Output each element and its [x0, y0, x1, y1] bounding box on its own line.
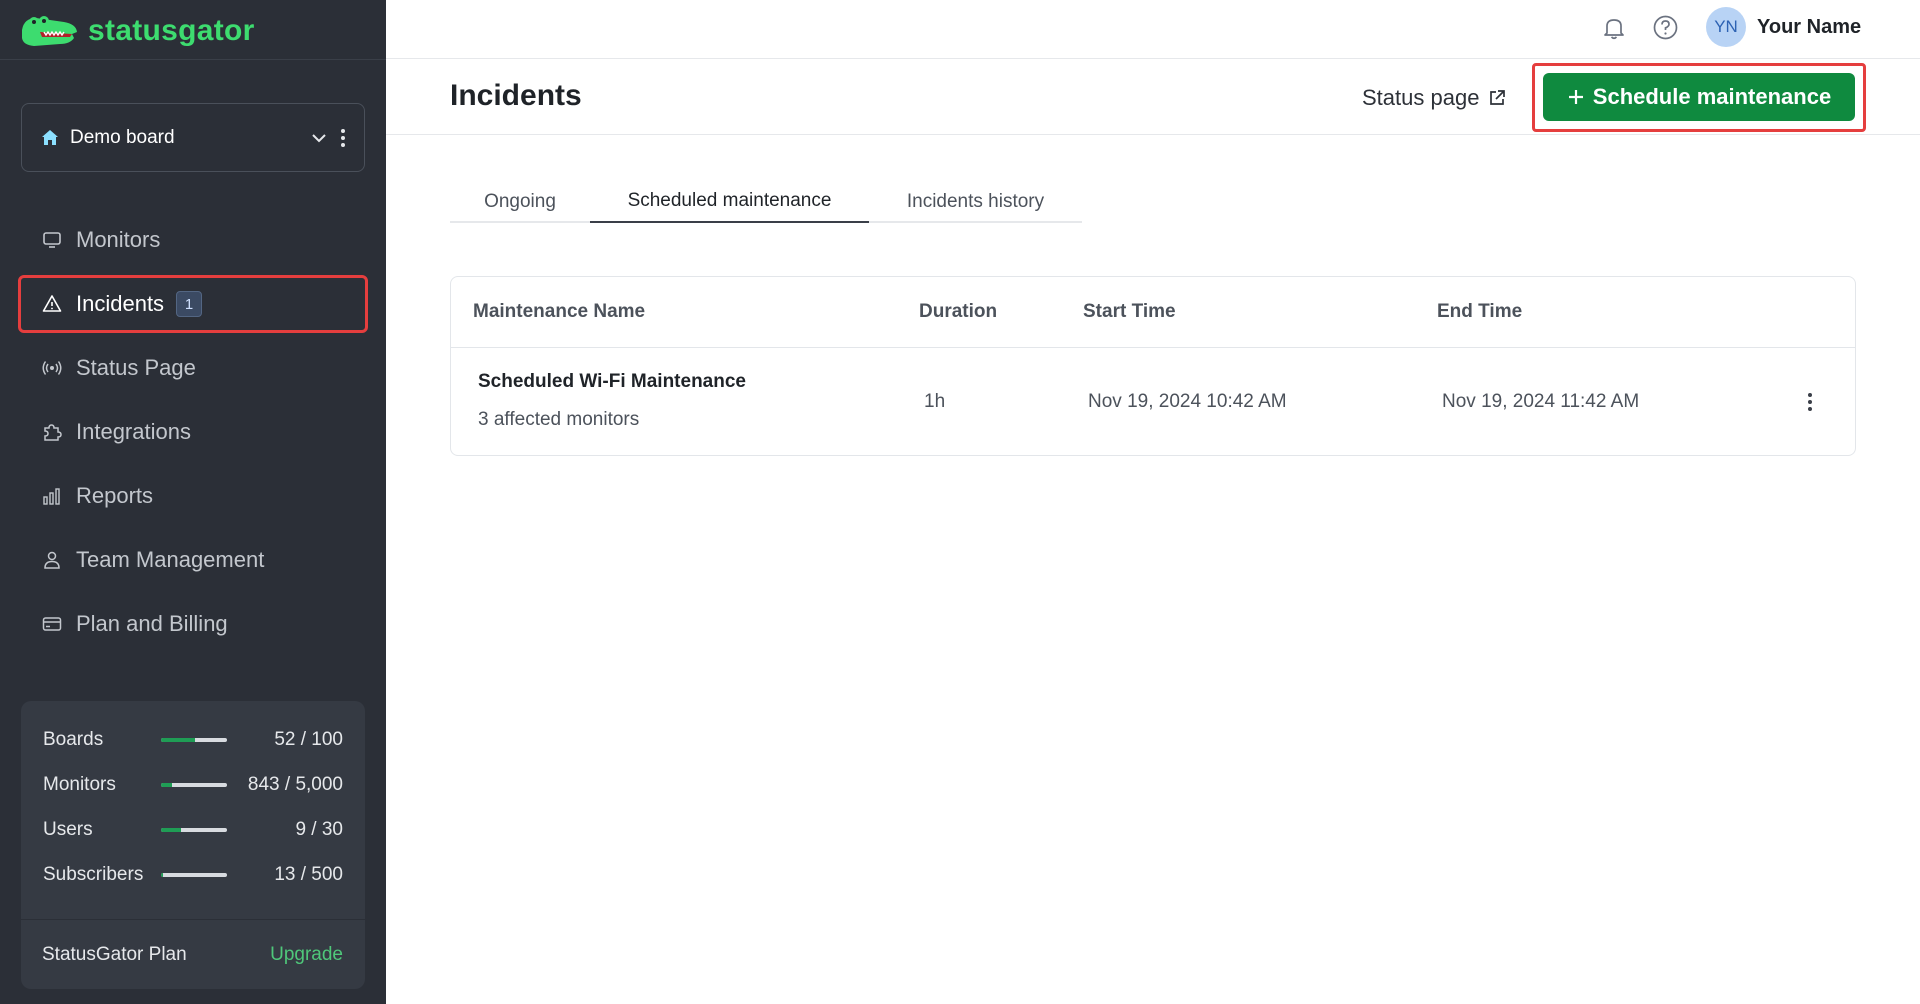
- sidebar-item-label: Integrations: [76, 419, 191, 444]
- brand-name: statusgator: [88, 14, 255, 47]
- puzzle-icon: [44, 424, 62, 441]
- column-header: Maintenance Name: [473, 301, 646, 322]
- usage-value: 9 / 30: [295, 819, 343, 840]
- logo[interactable]: statusgator: [20, 8, 255, 54]
- plus-icon: [1568, 90, 1583, 104]
- bell-icon[interactable]: [1601, 15, 1627, 41]
- table-header: Maintenance Name Duration Start Time End…: [451, 277, 1855, 348]
- usage-panel: Boards 52 / 100 Monitors 843 / 5,000 Use…: [21, 701, 365, 989]
- incidents-count-badge: 1: [176, 291, 203, 317]
- usage-bar-fill: [161, 873, 163, 877]
- board-options-icon[interactable]: [340, 128, 346, 148]
- sidebar-item-status-page[interactable]: Status Page: [18, 339, 368, 397]
- schedule-maintenance-label: Schedule maintenance: [1592, 84, 1832, 109]
- column-header: Duration: [919, 301, 998, 322]
- schedule-maintenance-button[interactable]: Schedule maintenance: [1543, 73, 1855, 121]
- page-title: Incidents: [450, 79, 582, 112]
- usage-value: 52 / 100: [274, 729, 343, 750]
- usage-label: Users: [43, 819, 93, 840]
- board-selector[interactable]: Demo board: [21, 103, 365, 172]
- sidebar-item-monitors[interactable]: Monitors: [18, 211, 368, 269]
- duration: 1h: [924, 391, 946, 412]
- gator-logo-icon: [22, 16, 77, 46]
- tab-ongoing[interactable]: Ongoing: [450, 181, 590, 223]
- page-header: Incidents Status page Schedule maintenan…: [386, 59, 1920, 135]
- alert-triangle-icon: [42, 295, 62, 312]
- help-icon[interactable]: [1652, 14, 1679, 41]
- maintenance-name[interactable]: Scheduled Wi-Fi Maintenance: [478, 371, 746, 393]
- usage-bar: [161, 873, 227, 877]
- column-header: Start Time: [1083, 301, 1176, 322]
- usage-bar: [161, 828, 227, 832]
- home-icon: [42, 129, 58, 145]
- table-row[interactable]: Scheduled Wi-Fi Maintenance 3 affected m…: [451, 348, 1855, 456]
- sidebar-item-plan-and-billing[interactable]: Plan and Billing: [18, 595, 368, 653]
- sidebar-item-label: Monitors: [76, 227, 161, 252]
- maintenance-table: Maintenance Name Duration Start Time End…: [450, 276, 1856, 456]
- tab-incidents-history[interactable]: Incidents history: [869, 181, 1082, 223]
- upgrade-link[interactable]: Upgrade: [270, 944, 343, 966]
- sidebar-item-team-management[interactable]: Team Management: [18, 531, 368, 589]
- affected-monitors: 3 affected monitors: [478, 409, 640, 430]
- avatar[interactable]: YN: [1706, 7, 1746, 47]
- usage-label: Boards: [43, 729, 104, 750]
- usage-label: Monitors: [43, 774, 116, 795]
- sidebar-nav: Monitors Incidents 1 Status Page Integra…: [18, 211, 368, 659]
- usage-value: 13 / 500: [274, 864, 343, 885]
- column-header: End Time: [1437, 301, 1523, 322]
- schedule-maintenance-highlight: Schedule maintenance: [1532, 63, 1866, 132]
- sidebar-item-label: Plan and Billing: [76, 611, 228, 636]
- sidebar: statusgator Demo board Monitors Incident…: [0, 0, 386, 1004]
- start-time: Nov 19, 2024 10:42 AM: [1088, 391, 1287, 412]
- external-link-icon: [1490, 90, 1506, 105]
- sidebar-item-incidents[interactable]: Incidents 1: [18, 275, 368, 333]
- sidebar-item-label: Incidents: [76, 291, 165, 316]
- usage-bar: [161, 783, 227, 787]
- usage-bar-fill: [161, 738, 196, 742]
- usage-bar: [161, 738, 227, 742]
- sidebar-item-label: Reports: [76, 483, 154, 508]
- plan-footer: StatusGator Plan Upgrade: [21, 919, 365, 989]
- user-icon: [44, 551, 60, 569]
- usage-value: 843 / 5,000: [247, 774, 343, 795]
- broadcast-icon: [42, 361, 62, 375]
- incident-tabs: Ongoing Scheduled maintenance Incidents …: [450, 181, 1082, 223]
- usage-row-boards: Boards 52 / 100: [43, 725, 343, 755]
- usage-row-subscribers: Subscribers 13 / 500: [43, 860, 343, 890]
- bar-chart-icon: [43, 488, 60, 505]
- end-time: Nov 19, 2024 11:42 AM: [1442, 391, 1640, 412]
- user-name[interactable]: Your Name: [1757, 16, 1861, 39]
- status-page-link-label: Status page: [1362, 85, 1480, 110]
- usage-bar-fill: [161, 828, 181, 832]
- tab-scheduled-maintenance[interactable]: Scheduled maintenance: [590, 181, 869, 223]
- top-bar: YN Your Name: [386, 0, 1920, 59]
- usage-label: Subscribers: [43, 864, 144, 885]
- usage-bar-fill: [161, 783, 173, 787]
- row-options-icon[interactable]: [1806, 392, 1814, 412]
- chevron-down-icon[interactable]: [310, 129, 328, 147]
- sidebar-item-reports[interactable]: Reports: [18, 467, 368, 525]
- sidebar-divider: [0, 59, 386, 60]
- usage-row-monitors: Monitors 843 / 5,000: [43, 770, 343, 800]
- sidebar-item-label: Team Management: [76, 547, 265, 572]
- monitor-icon: [43, 232, 61, 248]
- sidebar-item-integrations[interactable]: Integrations: [18, 403, 368, 461]
- board-name: Demo board: [70, 126, 175, 148]
- sidebar-item-label: Status Page: [76, 355, 196, 380]
- plan-name: StatusGator Plan: [42, 943, 187, 965]
- usage-row-users: Users 9 / 30: [43, 815, 343, 845]
- credit-card-icon: [42, 617, 62, 631]
- status-page-link[interactable]: Status page: [1362, 85, 1507, 111]
